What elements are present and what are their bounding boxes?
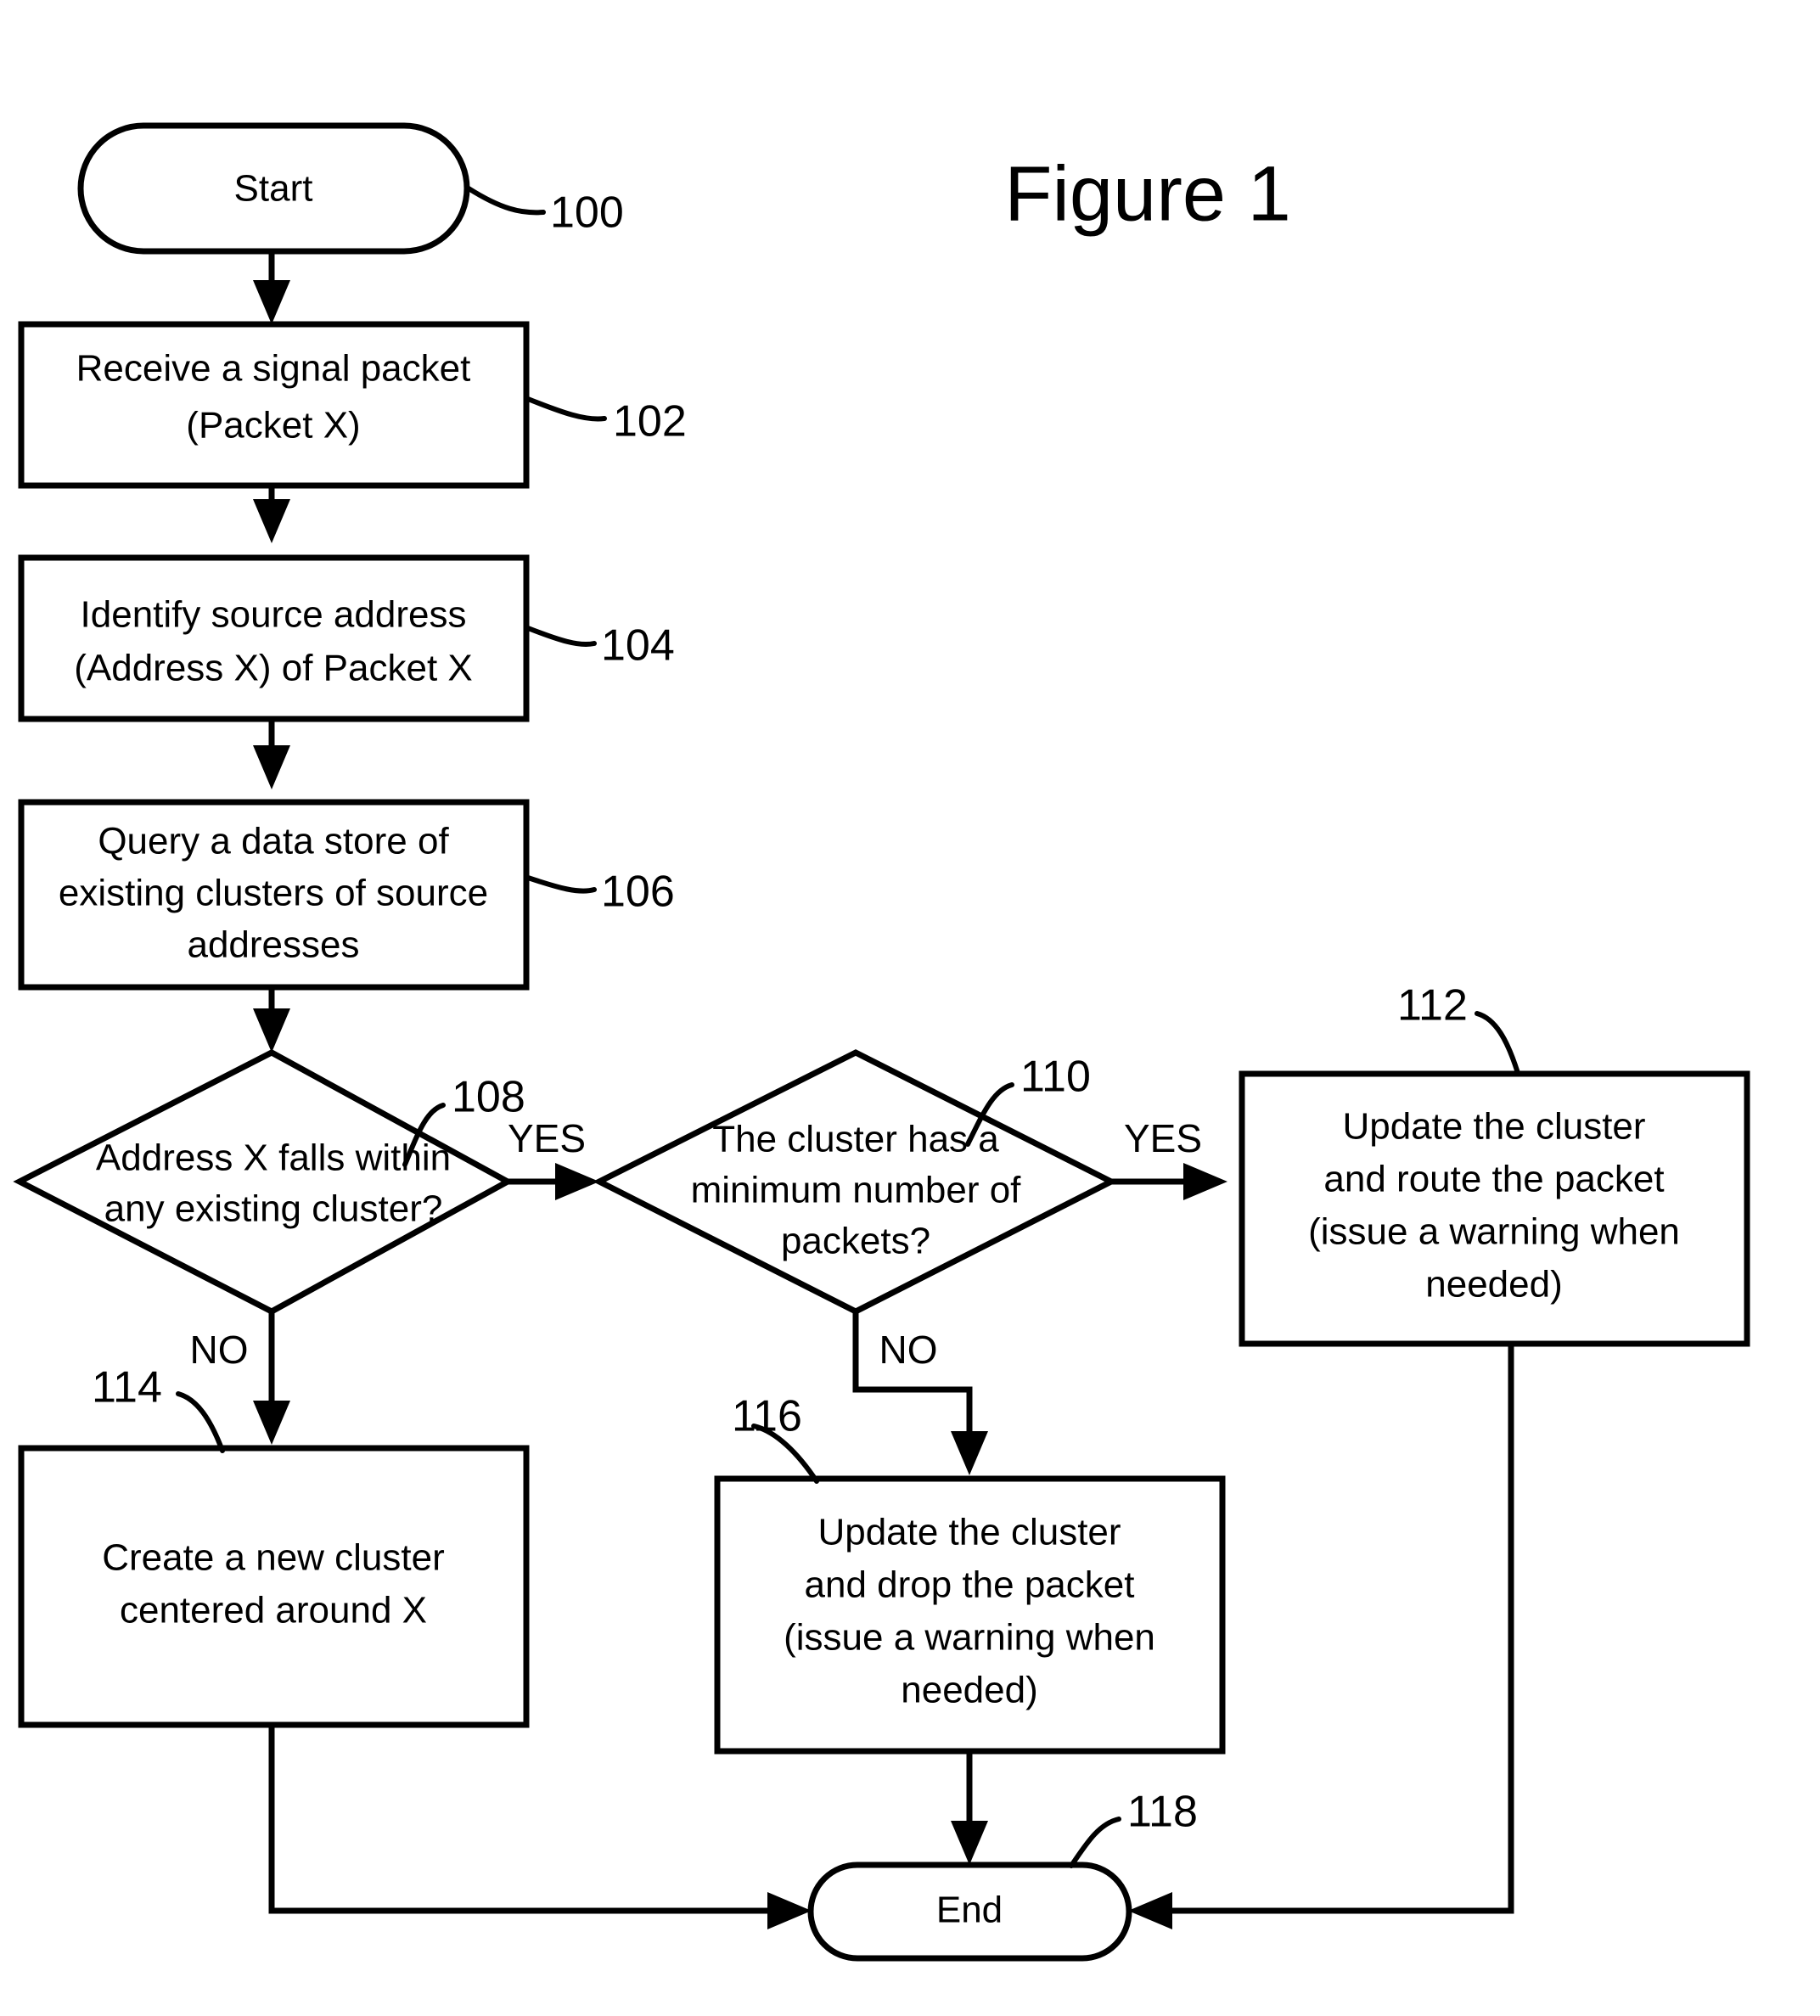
ref-number-106: 106 bbox=[601, 868, 675, 917]
node-receive-packet-line-0: Receive a signal packet bbox=[76, 348, 471, 390]
ref-number-110: 110 bbox=[1020, 1053, 1091, 1102]
ref-number-100: 100 bbox=[550, 188, 624, 238]
node-decision-min-packets-line-0: The cluster has a bbox=[712, 1119, 999, 1160]
connector-114-to-end bbox=[268, 1725, 812, 1929]
ref-number-102: 102 bbox=[613, 397, 687, 446]
ref-leader-116: 116 bbox=[732, 1392, 819, 1484]
node-identify-address-line-1: (Address X) of Packet X bbox=[74, 648, 473, 689]
node-query-store-line-2: addresses bbox=[187, 924, 359, 966]
node-query-store-line-0: Query a data store of bbox=[98, 821, 449, 862]
node-create-cluster: Create a new cluster centered around X bbox=[18, 1445, 530, 1728]
node-decision-min-packets-line-2: packets? bbox=[781, 1221, 930, 1262]
node-receive-packet-line-1: (Packet X) bbox=[186, 405, 360, 446]
figure-title: Figure 1 bbox=[1004, 150, 1291, 237]
ref-leader-118: 118 bbox=[1069, 1788, 1198, 1868]
node-identify-address: Identify source address (Address X) of P… bbox=[18, 554, 530, 722]
connector-108-no-to-114 bbox=[253, 1311, 290, 1445]
node-decision-cluster: Address X falls within any existing clus… bbox=[13, 1049, 514, 1315]
ref-leader-112: 112 bbox=[1397, 981, 1520, 1075]
connector-108-yes-to-110 bbox=[508, 1163, 599, 1200]
branch-label-no-110: NO bbox=[879, 1328, 938, 1372]
node-query-store: Query a data store of existing clusters … bbox=[18, 799, 530, 991]
node-start: Start bbox=[77, 122, 470, 255]
ref-number-118: 118 bbox=[1127, 1788, 1198, 1837]
node-end-line-0: End bbox=[936, 1890, 1003, 1931]
node-start-line-0: Start bbox=[234, 168, 313, 210]
branch-label-no-108: NO bbox=[190, 1328, 249, 1372]
node-create-cluster-line-0: Create a new cluster bbox=[102, 1537, 445, 1579]
node-update-drop-line-1: and drop the packet bbox=[805, 1564, 1135, 1606]
ref-number-116: 116 bbox=[732, 1392, 802, 1441]
flowchart-svg: Start Receive a signal packet (Packet X)… bbox=[13, 122, 1750, 1962]
node-update-drop-line-2: (issue a warning when bbox=[784, 1617, 1155, 1659]
ref-number-108: 108 bbox=[452, 1073, 525, 1122]
node-decision-cluster-line-0: Address X falls within bbox=[96, 1137, 451, 1179]
node-create-cluster-line-1: centered around X bbox=[120, 1590, 427, 1631]
node-update-route-line-3: needed) bbox=[1425, 1264, 1562, 1306]
branch-label-yes-110: YES bbox=[1124, 1116, 1202, 1160]
node-decision-cluster-line-1: any existing cluster? bbox=[104, 1188, 443, 1230]
node-update-route-line-0: Update the cluster bbox=[1342, 1106, 1645, 1148]
branch-label-yes-108: YES bbox=[508, 1116, 586, 1160]
ref-number-112: 112 bbox=[1397, 981, 1468, 1030]
node-decision-min-packets-line-1: minimum number of bbox=[691, 1170, 1022, 1211]
node-update-route: Update the cluster and route the packet … bbox=[1239, 1070, 1750, 1347]
ref-number-104: 104 bbox=[601, 621, 675, 671]
node-identify-address-line-0: Identify source address bbox=[81, 594, 467, 636]
ref-leader-114: 114 bbox=[92, 1363, 225, 1453]
node-update-drop-line-0: Update the cluster bbox=[817, 1512, 1121, 1553]
node-receive-packet: Receive a signal packet (Packet X) bbox=[18, 321, 530, 489]
node-end: End bbox=[807, 1862, 1132, 1962]
ref-leader-100: 100 bbox=[466, 186, 624, 238]
node-update-drop: Update the cluster and drop the packet (… bbox=[714, 1475, 1226, 1755]
node-update-route-line-1: and route the packet bbox=[1323, 1159, 1664, 1200]
ref-leader-102: 102 bbox=[525, 396, 687, 446]
connector-110-yes-to-112 bbox=[1111, 1163, 1227, 1200]
node-update-drop-line-3: needed) bbox=[901, 1670, 1037, 1711]
node-update-route-line-2: (issue a warning when bbox=[1308, 1211, 1680, 1253]
patent-figure-canvas: Start Receive a signal packet (Packet X)… bbox=[0, 0, 1820, 2016]
ref-leader-104: 104 bbox=[525, 621, 675, 671]
node-query-store-line-1: existing clusters of source bbox=[59, 873, 488, 914]
connector-116-to-end bbox=[951, 1751, 988, 1865]
ref-number-114: 114 bbox=[92, 1363, 162, 1412]
ref-leader-106: 106 bbox=[525, 868, 675, 917]
